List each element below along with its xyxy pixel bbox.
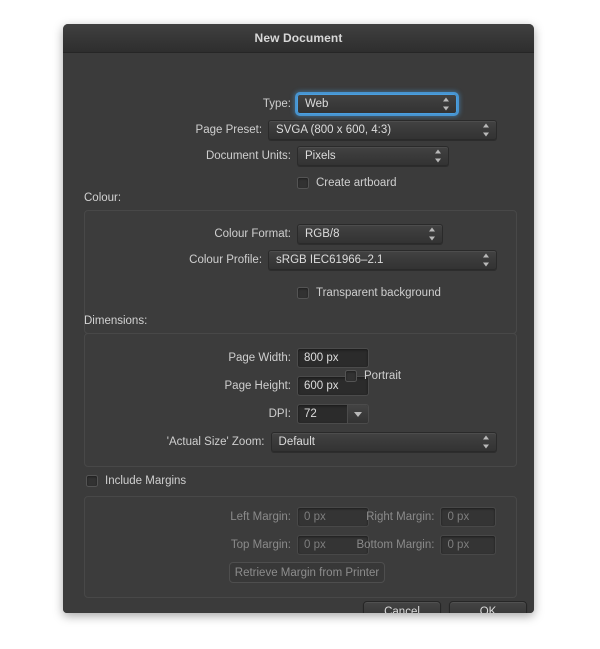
stepper-arrows-icon	[482, 435, 489, 449]
row-right-margin: Right Margin: 0 px	[306, 507, 496, 527]
row-document-units: Document Units: Pixels	[63, 146, 459, 166]
page-width-label: Page Width:	[228, 352, 291, 364]
ok-button-label: OK	[479, 605, 497, 614]
dpi-combobox[interactable]: 72	[297, 404, 369, 424]
portrait-label: Portrait	[364, 370, 402, 382]
row-type: Type: Web	[63, 94, 459, 114]
dialog-title: New Document	[254, 31, 343, 45]
checkbox-box-icon	[86, 475, 98, 487]
bottom-margin-label: Bottom Margin:	[356, 539, 435, 551]
checkbox-box-icon	[297, 287, 309, 299]
bottom-margin-input[interactable]: 0 px	[440, 535, 496, 555]
colour-section-title: Colour:	[84, 192, 122, 204]
colour-format-label: Colour Format:	[214, 228, 291, 240]
page-width-value: 800 px	[304, 352, 339, 364]
actual-size-zoom-label: 'Actual Size' Zoom:	[166, 436, 265, 448]
transparent-background-label: Transparent background	[316, 287, 441, 299]
include-margins-label: Include Margins	[105, 475, 187, 487]
page-height-label: Page Height:	[224, 380, 292, 392]
row-actual-size-zoom: 'Actual Size' Zoom: Default	[63, 432, 497, 452]
colour-profile-select-value: sRGB IEC61966–2.1	[276, 254, 384, 266]
page-width-input[interactable]: 800 px	[297, 348, 369, 368]
page-preset-select-value: SVGA (800 x 600, 4:3)	[276, 124, 392, 136]
cancel-button[interactable]: Cancel	[363, 601, 441, 613]
colour-format-select[interactable]: RGB/8	[297, 224, 443, 244]
row-bottom-margin: Bottom Margin: 0 px	[306, 535, 496, 555]
cancel-button-label: Cancel	[384, 605, 420, 614]
document-units-select-value: Pixels	[305, 150, 336, 162]
dialog-body: Type: Web Page Preset: SVGA (800 x 600, …	[63, 53, 534, 613]
actual-size-zoom-value: Default	[278, 436, 315, 448]
page-preset-label: Page Preset:	[195, 124, 263, 136]
colour-profile-label: Colour Profile:	[189, 254, 263, 266]
dialog-titlebar: New Document	[63, 24, 534, 53]
row-dpi: DPI: 72	[63, 404, 443, 424]
document-units-select[interactable]: Pixels	[297, 146, 449, 166]
include-margins-checkbox[interactable]: Include Margins	[86, 475, 186, 487]
type-select[interactable]: Web	[297, 94, 457, 114]
right-margin-input[interactable]: 0 px	[440, 507, 496, 527]
retrieve-margin-button-label: Retrieve Margin from Printer	[234, 566, 380, 579]
page-preset-select[interactable]: SVGA (800 x 600, 4:3)	[268, 120, 497, 140]
page-height-value: 600 px	[304, 380, 339, 392]
actual-size-zoom-select[interactable]: Default	[270, 432, 497, 452]
stepper-arrows-icon	[482, 253, 489, 267]
dimensions-section-title: Dimensions:	[84, 315, 148, 327]
right-margin-value: 0 px	[447, 511, 470, 523]
bottom-margin-value: 0 px	[447, 539, 470, 551]
checkbox-box-icon	[345, 370, 357, 382]
create-artboard-label: Create artboard	[316, 177, 397, 189]
transparent-background-checkbox[interactable]: Transparent background	[297, 287, 441, 299]
row-page-width: Page Width: 800 px	[63, 348, 443, 368]
chevron-down-icon[interactable]	[347, 405, 368, 423]
right-margin-label: Right Margin:	[366, 511, 435, 523]
ok-button[interactable]: OK	[449, 601, 527, 613]
left-margin-label: Left Margin:	[230, 511, 291, 523]
retrieve-margin-from-printer-button[interactable]: Retrieve Margin from Printer	[229, 562, 385, 583]
top-margin-label: Top Margin:	[230, 539, 291, 551]
new-document-dialog: New Document Type: Web Page Preset: SVGA…	[63, 24, 534, 613]
dpi-value: 72	[304, 408, 317, 420]
row-page-preset: Page Preset: SVGA (800 x 600, 4:3)	[63, 120, 497, 140]
dpi-label: DPI:	[268, 408, 291, 420]
document-units-label: Document Units:	[205, 150, 291, 162]
stepper-arrows-icon	[428, 227, 435, 241]
colour-profile-select[interactable]: sRGB IEC61966–2.1	[268, 250, 497, 270]
checkbox-box-icon	[297, 177, 309, 189]
colour-format-select-value: RGB/8	[305, 228, 340, 240]
create-artboard-checkbox[interactable]: Create artboard	[297, 177, 397, 189]
stepper-arrows-icon	[482, 123, 489, 137]
type-label: Type:	[262, 98, 291, 110]
stepper-arrows-icon	[442, 97, 449, 111]
portrait-checkbox[interactable]: Portrait	[345, 370, 401, 382]
type-select-value: Web	[305, 98, 329, 110]
stepper-arrows-icon	[434, 149, 441, 163]
row-colour-format: Colour Format: RGB/8	[63, 224, 453, 244]
row-colour-profile: Colour Profile: sRGB IEC61966–2.1	[63, 250, 497, 270]
